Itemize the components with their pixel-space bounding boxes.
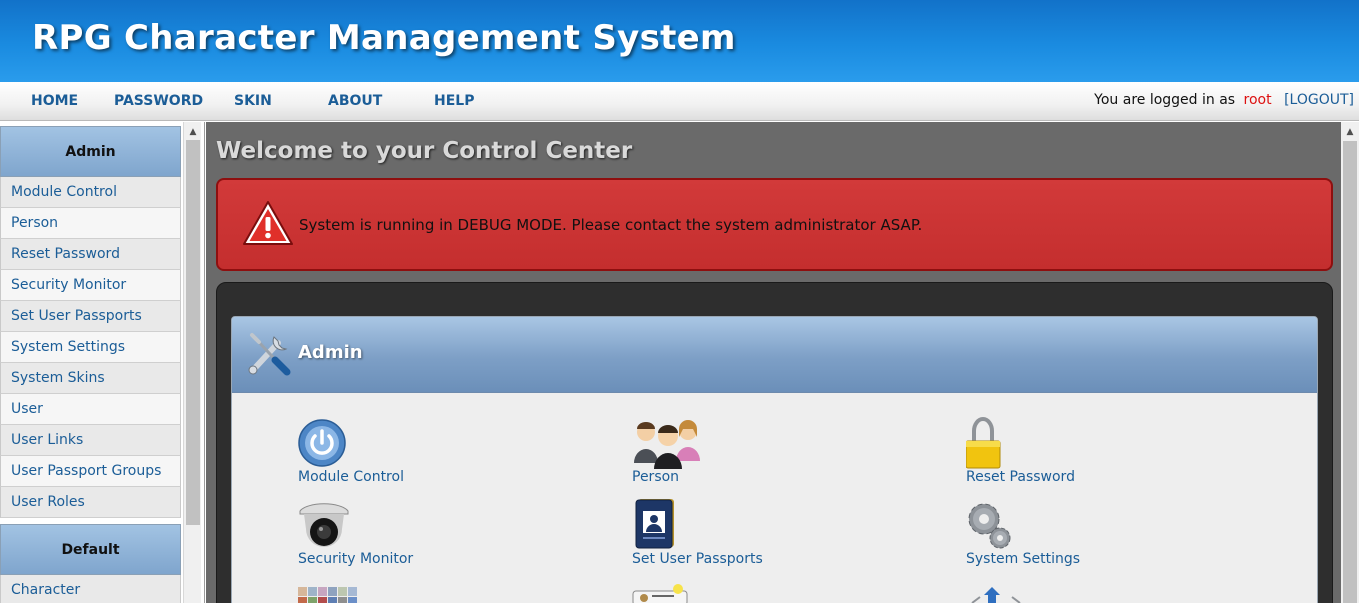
- user-card-icon: [632, 584, 688, 603]
- app-title: RPG Character Management System: [32, 18, 736, 58]
- admin-section-card: Admin Module Control Person Reset Passwo…: [231, 316, 1318, 603]
- admin-section-header: Admin: [232, 317, 1317, 393]
- tile-reset-password[interactable]: Reset Password: [966, 417, 1186, 497]
- security-camera-icon: [299, 503, 349, 547]
- tile-system-settings-label: System Settings: [966, 551, 1081, 567]
- sidebar-section-admin-header: Admin: [0, 126, 181, 177]
- nav-about[interactable]: ABOUT: [328, 93, 382, 109]
- sidebar-admin-items: Module Control Person Reset Password Sec…: [0, 177, 181, 518]
- sidebar: Admin Module Control Person Reset Passwo…: [0, 122, 205, 603]
- nav-skin[interactable]: SKIN: [234, 93, 272, 109]
- sidebar-item-person[interactable]: Person: [0, 208, 181, 239]
- sidebar-default-items: Character: [0, 575, 181, 603]
- scroll-up-arrow-icon[interactable]: ▲: [184, 124, 202, 140]
- login-prefix: You are logged in as: [1094, 92, 1236, 108]
- tile-module-control-label: Module Control: [298, 469, 404, 485]
- tile-security-monitor-label: Security Monitor: [298, 551, 414, 567]
- tile-system-settings[interactable]: System Settings: [966, 499, 1186, 579]
- sidebar-item-user-roles[interactable]: User Roles: [0, 487, 181, 518]
- passport-icon: [635, 499, 674, 549]
- tile-person-label: Person: [632, 469, 680, 485]
- sidebar-scroll-thumb[interactable]: [186, 140, 200, 525]
- login-status: You are logged in as root [LOGOUT]: [1094, 92, 1354, 108]
- sidebar-item-user-links[interactable]: User Links: [0, 425, 181, 456]
- sidebar-item-user-passport-groups[interactable]: User Passport Groups: [0, 456, 181, 487]
- top-nav-bar: HOME PASSWORD SKIN ABOUT HELP You are lo…: [0, 82, 1359, 121]
- people-icon: [634, 420, 700, 469]
- sidebar-item-user[interactable]: User: [0, 394, 181, 425]
- color-palette-icon: [298, 587, 357, 603]
- tile-reset-password-label: Reset Password: [966, 469, 1075, 485]
- tools-icon: [248, 333, 291, 376]
- power-icon: [298, 419, 346, 467]
- sidebar-item-character[interactable]: Character: [0, 575, 181, 603]
- tile-security-monitor[interactable]: Security Monitor: [298, 499, 518, 579]
- nav-help[interactable]: HELP: [434, 93, 474, 109]
- sidebar-item-reset-password[interactable]: Reset Password: [0, 239, 181, 270]
- sidebar-scrollbar[interactable]: ▲: [183, 122, 201, 603]
- main-content: Welcome to your Control Center System is…: [206, 122, 1341, 603]
- tile-set-user-passports[interactable]: Set User Passports: [632, 499, 852, 579]
- admin-section-title: Admin: [298, 342, 363, 363]
- page-title: Welcome to your Control Center: [216, 138, 633, 164]
- sidebar-item-security-monitor[interactable]: Security Monitor: [0, 270, 181, 301]
- main-scrollbar[interactable]: ▲: [1341, 122, 1359, 603]
- gears-icon: [968, 503, 1011, 549]
- sidebar-section-default-header: Default: [0, 524, 181, 575]
- user-icon: [971, 587, 1021, 603]
- sidebar-item-set-user-passports[interactable]: Set User Passports: [0, 301, 181, 332]
- sidebar-menu: Admin Module Control Person Reset Passwo…: [0, 126, 181, 603]
- sidebar-item-module-control[interactable]: Module Control: [0, 177, 181, 208]
- tile-module-control[interactable]: Module Control: [298, 417, 518, 497]
- sidebar-item-system-skins[interactable]: System Skins: [0, 363, 181, 394]
- sidebar-item-system-settings[interactable]: System Settings: [0, 332, 181, 363]
- tile-set-user-passports-label: Set User Passports: [632, 551, 763, 567]
- debug-alert: System is running in DEBUG MODE. Please …: [216, 178, 1333, 271]
- padlock-icon: [966, 417, 1001, 469]
- warning-icon: [243, 201, 293, 245]
- app-header: RPG Character Management System: [0, 0, 1359, 82]
- nav-password[interactable]: PASSWORD: [114, 93, 203, 109]
- logout-link[interactable]: [LOGOUT]: [1284, 92, 1354, 108]
- debug-alert-text: System is running in DEBUG MODE. Please …: [299, 216, 923, 234]
- main-scroll-thumb[interactable]: [1343, 141, 1357, 603]
- scroll-up-arrow-icon[interactable]: ▲: [1341, 124, 1359, 140]
- login-username: root: [1243, 92, 1272, 108]
- nav-home[interactable]: HOME: [31, 93, 78, 109]
- tile-person[interactable]: Person: [632, 417, 852, 497]
